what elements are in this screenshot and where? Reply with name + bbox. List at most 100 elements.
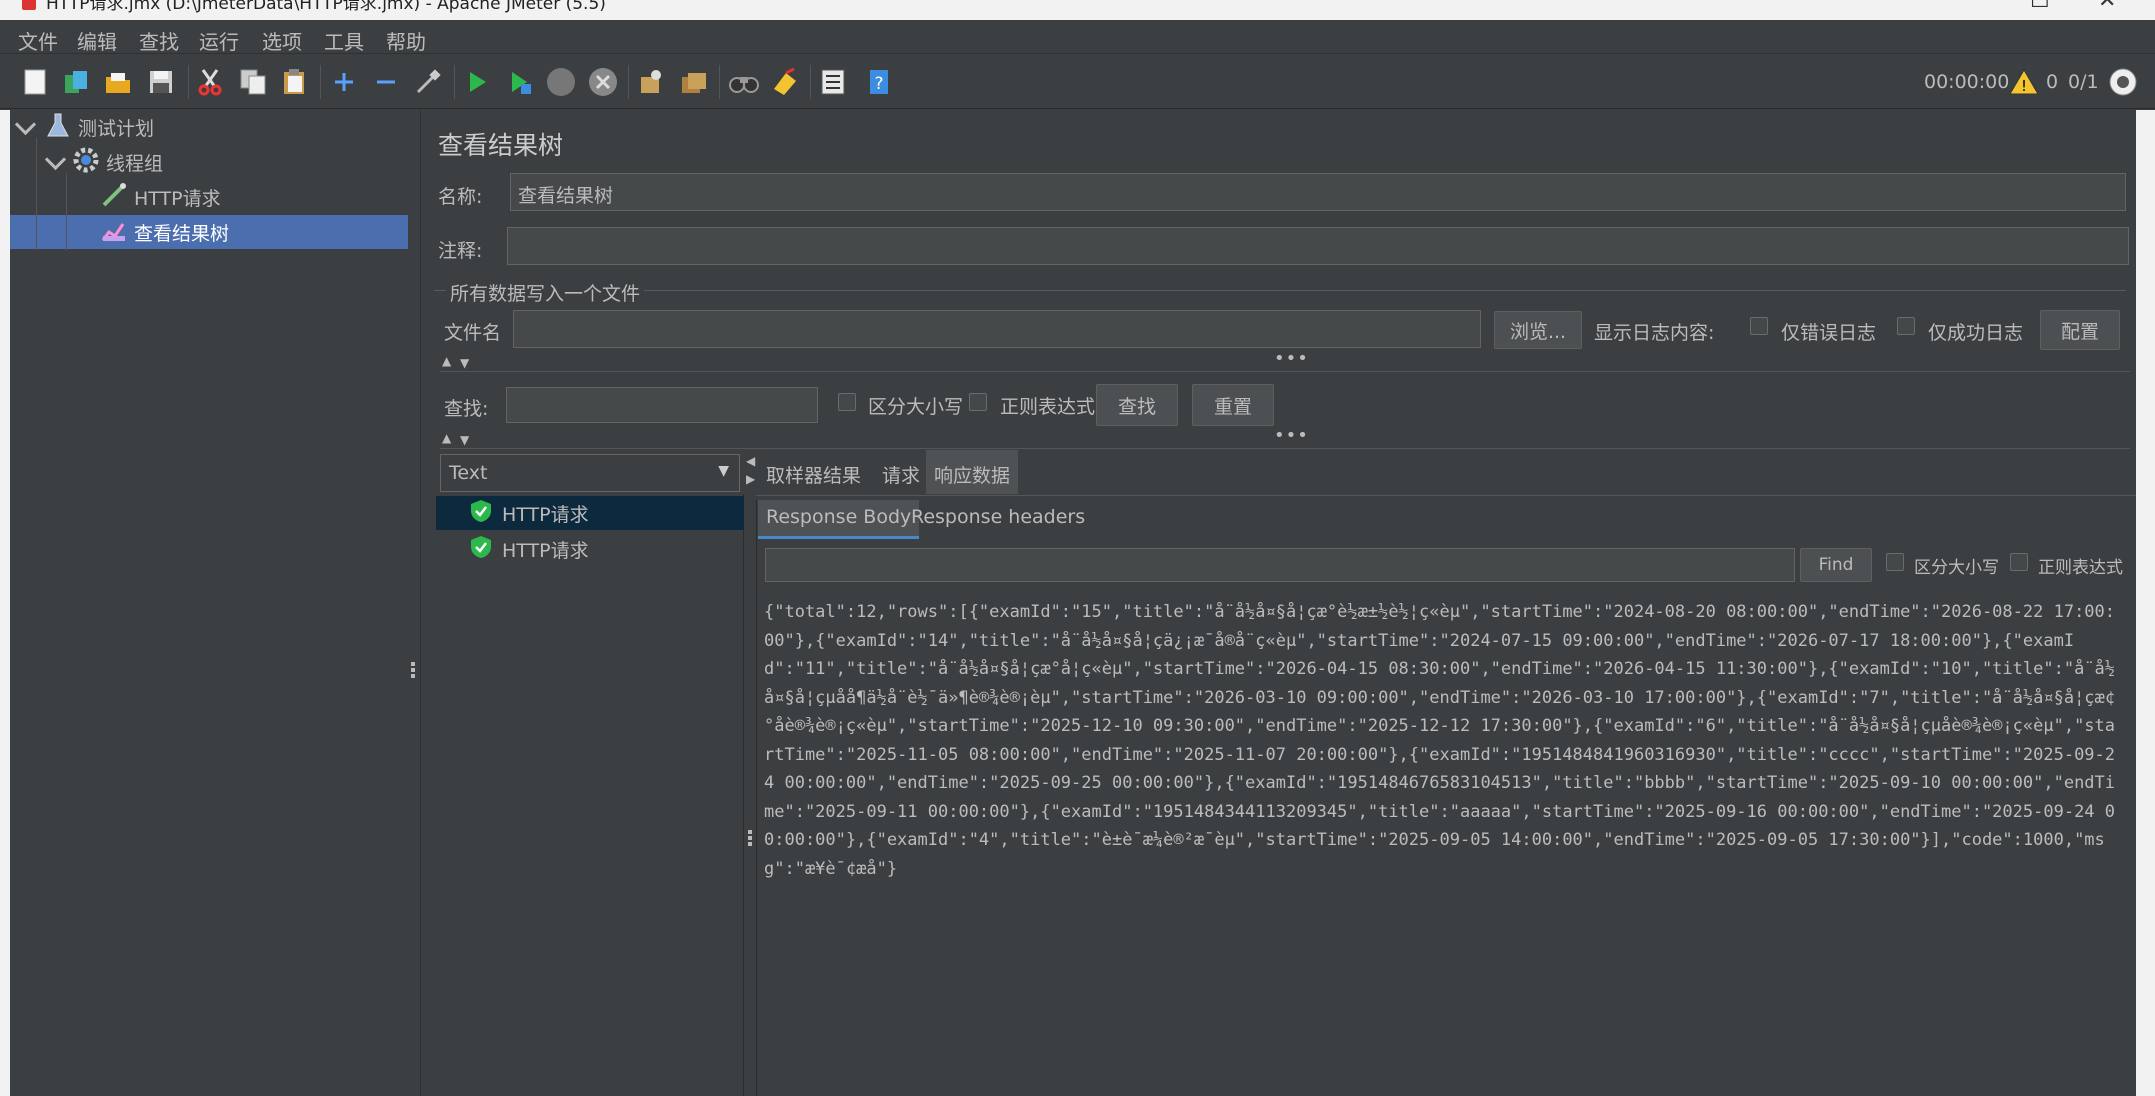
- section-divider[interactable]: ▲ ▼ •••: [440, 348, 2130, 374]
- success-only-label: 仅成功日志: [1928, 322, 2024, 344]
- reset-button[interactable]: 重置: [1192, 384, 1274, 426]
- response-case-label: 区分大小写: [1914, 558, 1999, 578]
- success-shield-icon: [470, 499, 492, 528]
- collapse-icon[interactable]: [369, 65, 403, 99]
- save-icon[interactable]: [144, 65, 178, 99]
- response-body-text[interactable]: {"total":12,"rows":[{"examId":"15","titl…: [764, 598, 2124, 883]
- browse-button[interactable]: 浏览...: [1494, 311, 1582, 349]
- list-item[interactable]: HTTP请求: [436, 532, 744, 566]
- tree-item-view-results-tree[interactable]: 查看结果树: [10, 215, 408, 249]
- tree-item-thread-group[interactable]: 线程组: [10, 145, 408, 179]
- log-display-label: 显示日志内容:: [1594, 322, 1715, 344]
- menu-tools[interactable]: 工具: [324, 26, 364, 55]
- function-helper-icon[interactable]: [816, 65, 850, 99]
- tree-splitter-handle[interactable]: [409, 660, 417, 682]
- toggle-icon[interactable]: [411, 65, 445, 99]
- collapse-left-icon[interactable]: ◀: [746, 454, 755, 468]
- tree-item-label: 线程组: [106, 152, 164, 175]
- window-right-edge: [2136, 110, 2155, 1096]
- jmeter-logo-icon: [22, 0, 36, 10]
- menu-options[interactable]: 选项: [262, 26, 302, 55]
- list-item[interactable]: HTTP请求: [436, 496, 744, 530]
- tree-item-label: 查看结果树: [134, 222, 230, 245]
- filename-field[interactable]: [513, 310, 1481, 348]
- response-regex-checkbox[interactable]: [2010, 553, 2028, 571]
- page-title: 查看结果树: [438, 131, 564, 160]
- regex-checkbox[interactable]: [969, 393, 987, 411]
- search-button[interactable]: 查找: [1096, 384, 1178, 426]
- tree-item-test-plan[interactable]: 测试计划: [10, 110, 408, 144]
- menu-file[interactable]: 文件: [18, 26, 58, 55]
- tab-response-headers[interactable]: Response headers: [903, 500, 1093, 534]
- window-title: HTTP请求.jmx (D:\JmeterData\HTTP请求.jmx) - …: [46, 0, 606, 14]
- search-label: 查找:: [444, 398, 489, 420]
- start-icon[interactable]: [460, 65, 494, 99]
- menu-help[interactable]: 帮助: [386, 26, 426, 55]
- collapse-right-icon[interactable]: ▶: [746, 472, 755, 486]
- remote-engines-icon[interactable]: [2106, 65, 2140, 99]
- elapsed-timer: 00:00:00: [1924, 71, 2010, 93]
- find-button[interactable]: Find: [1800, 548, 1872, 582]
- thread-count: 0/1: [2068, 71, 2099, 93]
- maximize-icon[interactable]: ☐: [2030, 0, 2050, 13]
- regex-label: 正则表达式: [1000, 396, 1096, 418]
- filename-label: 文件名: [444, 322, 502, 344]
- toolbar: ? 00:00:00 ! 0 0/1: [0, 55, 2155, 109]
- help-icon[interactable]: ?: [862, 65, 896, 99]
- clear-all-icon[interactable]: [677, 65, 711, 99]
- start-no-pause-icon[interactable]: [503, 65, 537, 99]
- tab-sampler-result[interactable]: 取样器结果: [758, 455, 869, 494]
- expand-icon[interactable]: [327, 65, 361, 99]
- results-splitter-handle[interactable]: [747, 828, 753, 850]
- tab-response-data[interactable]: 响应数据: [926, 450, 1019, 494]
- file-group-border: [434, 290, 2126, 291]
- copy-icon[interactable]: [236, 65, 270, 99]
- warning-icon[interactable]: !: [2007, 65, 2041, 99]
- flask-icon: [46, 111, 70, 144]
- tab-response-body[interactable]: Response Body: [758, 500, 920, 539]
- stop-icon[interactable]: [544, 65, 578, 99]
- pipette-icon: [100, 181, 128, 214]
- tab-request[interactable]: 请求: [874, 455, 928, 494]
- file-group-label: 所有数据写入一个文件: [446, 279, 645, 306]
- window-title-bar: HTTP请求.jmx (D:\JmeterData\HTTP请求.jmx) - …: [0, 0, 2155, 20]
- success-only-checkbox[interactable]: [1897, 317, 1915, 335]
- search-input[interactable]: [506, 387, 818, 423]
- menu-bar: 文件 编辑 查找 运行 选项 工具 帮助: [0, 20, 2155, 54]
- response-search-input[interactable]: [765, 548, 1795, 582]
- menu-edit[interactable]: 编辑: [77, 26, 117, 55]
- errors-only-checkbox[interactable]: [1750, 317, 1768, 335]
- shutdown-icon[interactable]: [586, 65, 620, 99]
- renderer-select[interactable]: Text ▼: [440, 454, 740, 492]
- errors-only-label: 仅错误日志: [1781, 322, 1877, 344]
- clear-icon[interactable]: [634, 65, 668, 99]
- svg-text:?: ?: [874, 74, 883, 94]
- close-icon[interactable]: ✕: [2098, 0, 2116, 13]
- chart-icon: [100, 216, 128, 249]
- warning-count: 0: [2046, 71, 2059, 93]
- section-divider[interactable]: ▲ ▼ •••: [440, 425, 2130, 451]
- configure-button[interactable]: 配置: [2040, 310, 2120, 350]
- chevron-down-icon: ▼: [718, 463, 729, 479]
- tree-item-label: HTTP请求: [134, 187, 221, 210]
- reset-search-icon[interactable]: [768, 65, 802, 99]
- chevron-down-icon[interactable]: [44, 148, 66, 170]
- menu-search[interactable]: 查找: [139, 26, 179, 55]
- chevron-down-icon[interactable]: [14, 113, 36, 135]
- case-sensitive-label: 区分大小写: [868, 396, 964, 418]
- open-icon[interactable]: [101, 65, 135, 99]
- menu-run[interactable]: 运行: [199, 26, 239, 55]
- cut-icon[interactable]: [193, 65, 227, 99]
- gear-icon: [72, 146, 100, 179]
- templates-icon[interactable]: [59, 65, 93, 99]
- tree-item-http-request[interactable]: HTTP请求: [10, 180, 408, 214]
- new-icon[interactable]: [18, 65, 52, 99]
- comment-field[interactable]: [507, 227, 2129, 265]
- name-field[interactable]: 查看结果树: [510, 173, 2126, 211]
- response-case-checkbox[interactable]: [1886, 553, 1904, 571]
- paste-icon[interactable]: [277, 65, 311, 99]
- search-icon[interactable]: [727, 65, 761, 99]
- case-sensitive-checkbox[interactable]: [838, 393, 856, 411]
- window-left-edge: [0, 110, 10, 1096]
- name-label: 名称:: [438, 186, 483, 208]
